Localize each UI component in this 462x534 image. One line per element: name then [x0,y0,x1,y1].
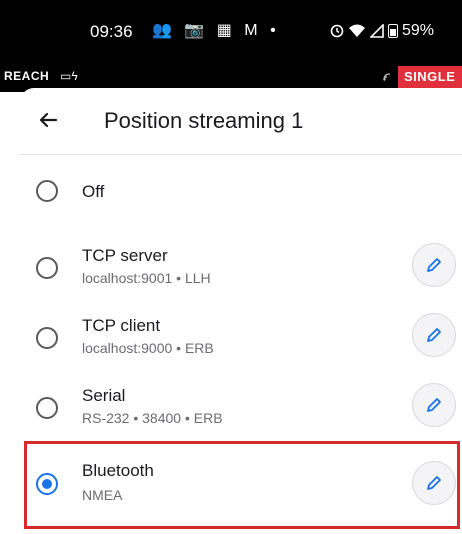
pencil-icon [427,398,441,412]
status-time: 09:36 [90,22,133,41]
edit-tcp-client-button[interactable] [412,313,456,357]
option-subtitle: RS-232 • 38400 • ERB [82,410,223,426]
alarm-icon [330,24,344,38]
option-tcp-server[interactable]: TCP server localhost:9001 • LLH [20,230,462,298]
satellite-icon [383,73,391,81]
radio-off[interactable] [36,180,58,202]
notification-icons: 👥 📷 ▦ M • [152,22,280,39]
option-title: TCP client [82,316,161,335]
pencil-icon [427,328,441,342]
option-subtitle: localhost:9001 • LLH [82,270,211,286]
edit-tcp-server-button[interactable] [412,243,456,287]
reach-title: REACH [4,69,50,83]
page-title: Position streaming 1 [104,108,304,133]
option-title: Serial [82,386,126,405]
page-header: Position streaming 1 [20,88,462,155]
option-title: TCP server [82,246,168,265]
wifi-icon [349,24,365,37]
option-subtitle: localhost:9000 • ERB [82,340,214,356]
battery-icon [388,24,398,38]
radio-tcp-server[interactable] [36,257,58,279]
option-tcp-client[interactable]: TCP client localhost:9000 • ERB [20,300,462,368]
radio-serial[interactable] [36,397,58,419]
back-arrow-icon[interactable] [36,108,60,132]
option-serial[interactable]: Serial RS-232 • 38400 • ERB [20,370,462,438]
selection-highlight-box [24,441,460,529]
reach-battery-icon: ▭ϟ [60,69,78,83]
option-title: Off [82,182,105,201]
signal-icon [370,24,384,38]
system-status-bar: 09:36 👥 📷 ▦ M • 59% [0,0,462,62]
radio-tcp-client[interactable] [36,327,58,349]
battery-percent: 59% [402,22,435,39]
status-right-group: 59% [330,22,434,40]
edit-serial-button[interactable] [412,383,456,427]
pencil-icon [427,258,441,272]
option-off[interactable]: Off [20,162,462,218]
solution-status-badge[interactable]: SINGLE [398,66,462,88]
